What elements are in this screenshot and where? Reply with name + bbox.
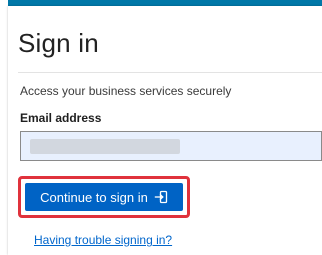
email-label: Email address bbox=[20, 111, 102, 125]
email-field[interactable] bbox=[20, 131, 322, 161]
sign-in-arrow-icon bbox=[154, 190, 168, 204]
page-title: Sign in bbox=[18, 28, 99, 58]
trouble-signing-in-link[interactable]: Having trouble signing in? bbox=[34, 233, 172, 247]
email-redaction bbox=[30, 139, 180, 154]
continue-button-label: Continue to sign in bbox=[40, 189, 148, 205]
continue-button[interactable]: Continue to sign in bbox=[25, 183, 183, 211]
subtitle: Access your business services securely bbox=[20, 84, 232, 98]
divider bbox=[18, 72, 322, 73]
